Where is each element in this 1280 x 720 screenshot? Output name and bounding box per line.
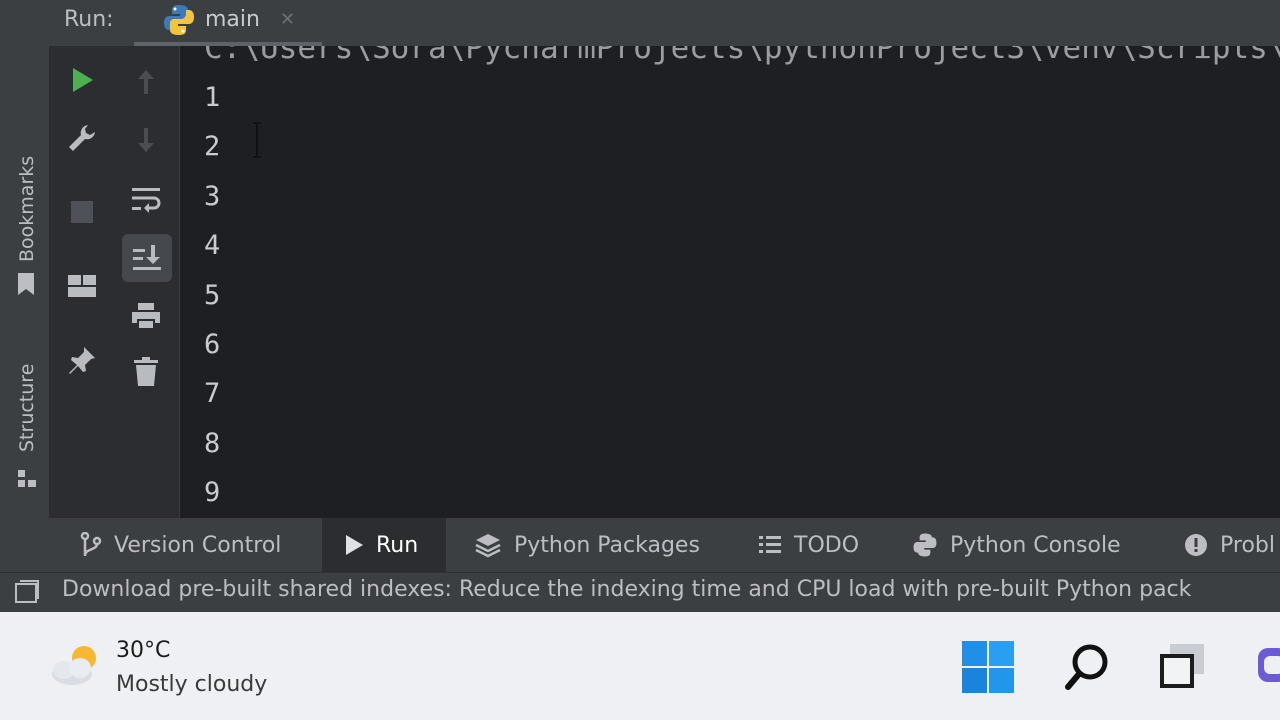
console-line: 4 bbox=[204, 230, 221, 262]
scroll-to-end-icon bbox=[133, 245, 161, 270]
tool-window-todo[interactable]: TODO bbox=[758, 518, 859, 572]
task-view-icon[interactable] bbox=[1158, 642, 1206, 690]
tool-window-version-control[interactable]: Version Control bbox=[72, 518, 289, 572]
play-icon bbox=[346, 535, 363, 555]
console-line: 6 bbox=[204, 328, 221, 360]
trash-icon bbox=[134, 357, 158, 386]
layers-icon bbox=[475, 534, 501, 558]
console-line: 7 bbox=[204, 378, 221, 410]
edit-configuration-button[interactable] bbox=[64, 120, 100, 156]
layout-button[interactable] bbox=[64, 268, 100, 304]
soft-wrap-button[interactable] bbox=[126, 180, 166, 220]
tool-window-bar: Version Control Run Python Packages TODO… bbox=[0, 518, 1280, 572]
tool-windows-toggle-icon[interactable] bbox=[14, 579, 40, 605]
run-tab-main[interactable]: main ✕ bbox=[134, 0, 333, 46]
weather-icon[interactable] bbox=[48, 642, 104, 688]
run-header: Run: main ✕ bbox=[0, 0, 1280, 46]
python-icon bbox=[164, 5, 194, 35]
console-line: 2 bbox=[204, 131, 221, 163]
soft-wrap-icon bbox=[132, 188, 161, 213]
tool-window-label: TODO bbox=[794, 532, 860, 558]
run-toolbar-secondary bbox=[114, 46, 180, 518]
stop-button[interactable] bbox=[64, 194, 100, 230]
wrench-icon bbox=[69, 125, 95, 151]
windows-taskbar: 30°C Mostly cloudy bbox=[0, 612, 1280, 720]
chat-icon[interactable] bbox=[1254, 642, 1280, 692]
console-line: 3 bbox=[204, 180, 221, 212]
play-icon bbox=[73, 68, 93, 92]
weather-temperature: 30°C bbox=[116, 638, 171, 663]
pin-button[interactable] bbox=[64, 342, 100, 378]
tool-window-run[interactable]: Run bbox=[322, 518, 446, 572]
tool-window-label: Run bbox=[376, 532, 419, 558]
tool-window-python-console[interactable]: Python Console bbox=[912, 518, 1121, 572]
console-line: 5 bbox=[204, 279, 221, 311]
close-icon[interactable]: ✕ bbox=[280, 9, 295, 30]
tool-window-label: Python Packages bbox=[514, 532, 700, 558]
stop-icon bbox=[71, 201, 93, 223]
bookmarks-tab[interactable]: Bookmarks bbox=[16, 156, 38, 262]
list-icon bbox=[759, 536, 781, 553]
warning-icon bbox=[1185, 534, 1207, 556]
console-line: 1 bbox=[204, 82, 221, 113]
print-icon bbox=[132, 303, 160, 330]
tool-window-label: Version Control bbox=[114, 532, 282, 558]
tool-window-python-packages[interactable]: Python Packages bbox=[474, 518, 700, 572]
clear-all-button[interactable] bbox=[126, 352, 166, 392]
text-cursor-icon bbox=[253, 122, 261, 158]
console-line: 8 bbox=[204, 427, 221, 459]
run-toolbar-primary bbox=[50, 46, 114, 518]
structure-icon bbox=[18, 470, 36, 487]
pin-icon bbox=[69, 347, 95, 374]
tool-window-problems[interactable]: Probl bbox=[1184, 518, 1275, 572]
arrow-up-icon bbox=[138, 70, 154, 94]
search-icon[interactable] bbox=[1064, 642, 1112, 692]
console-output[interactable]: C:\Users\Sora\PycharmProjects\pythonProj… bbox=[180, 46, 1280, 518]
console-line: 9 bbox=[204, 477, 221, 509]
structure-tab[interactable]: Structure bbox=[16, 364, 38, 452]
scroll-up-button[interactable] bbox=[128, 66, 164, 98]
run-tab-label: main bbox=[205, 7, 260, 32]
run-panel-title: Run: bbox=[64, 7, 114, 32]
print-button[interactable] bbox=[126, 296, 166, 336]
status-message[interactable]: Download pre-built shared indexes: Reduc… bbox=[62, 577, 1191, 602]
layout-icon bbox=[68, 275, 96, 297]
tool-window-label: Python Console bbox=[950, 532, 1121, 558]
tool-window-label: Probl bbox=[1220, 532, 1275, 558]
rerun-button[interactable] bbox=[64, 62, 100, 98]
branch-icon bbox=[80, 532, 102, 556]
bookmark-icon bbox=[18, 273, 34, 295]
python-icon bbox=[913, 533, 937, 557]
windows-start-icon[interactable] bbox=[962, 641, 1014, 693]
left-side-strip: Bookmarks Structure bbox=[0, 46, 50, 518]
console-lines: 1 2 3 4 5 6 7 8 9 bbox=[204, 81, 220, 518]
interpreter-path: C:\Users\Sora\PycharmProjects\pythonProj… bbox=[204, 46, 1280, 66]
scroll-down-button[interactable] bbox=[128, 124, 164, 156]
status-bar: Download pre-built shared indexes: Reduc… bbox=[0, 572, 1280, 612]
arrow-down-icon bbox=[138, 128, 154, 152]
scroll-to-end-button[interactable] bbox=[122, 234, 172, 282]
weather-condition: Mostly cloudy bbox=[116, 672, 268, 697]
